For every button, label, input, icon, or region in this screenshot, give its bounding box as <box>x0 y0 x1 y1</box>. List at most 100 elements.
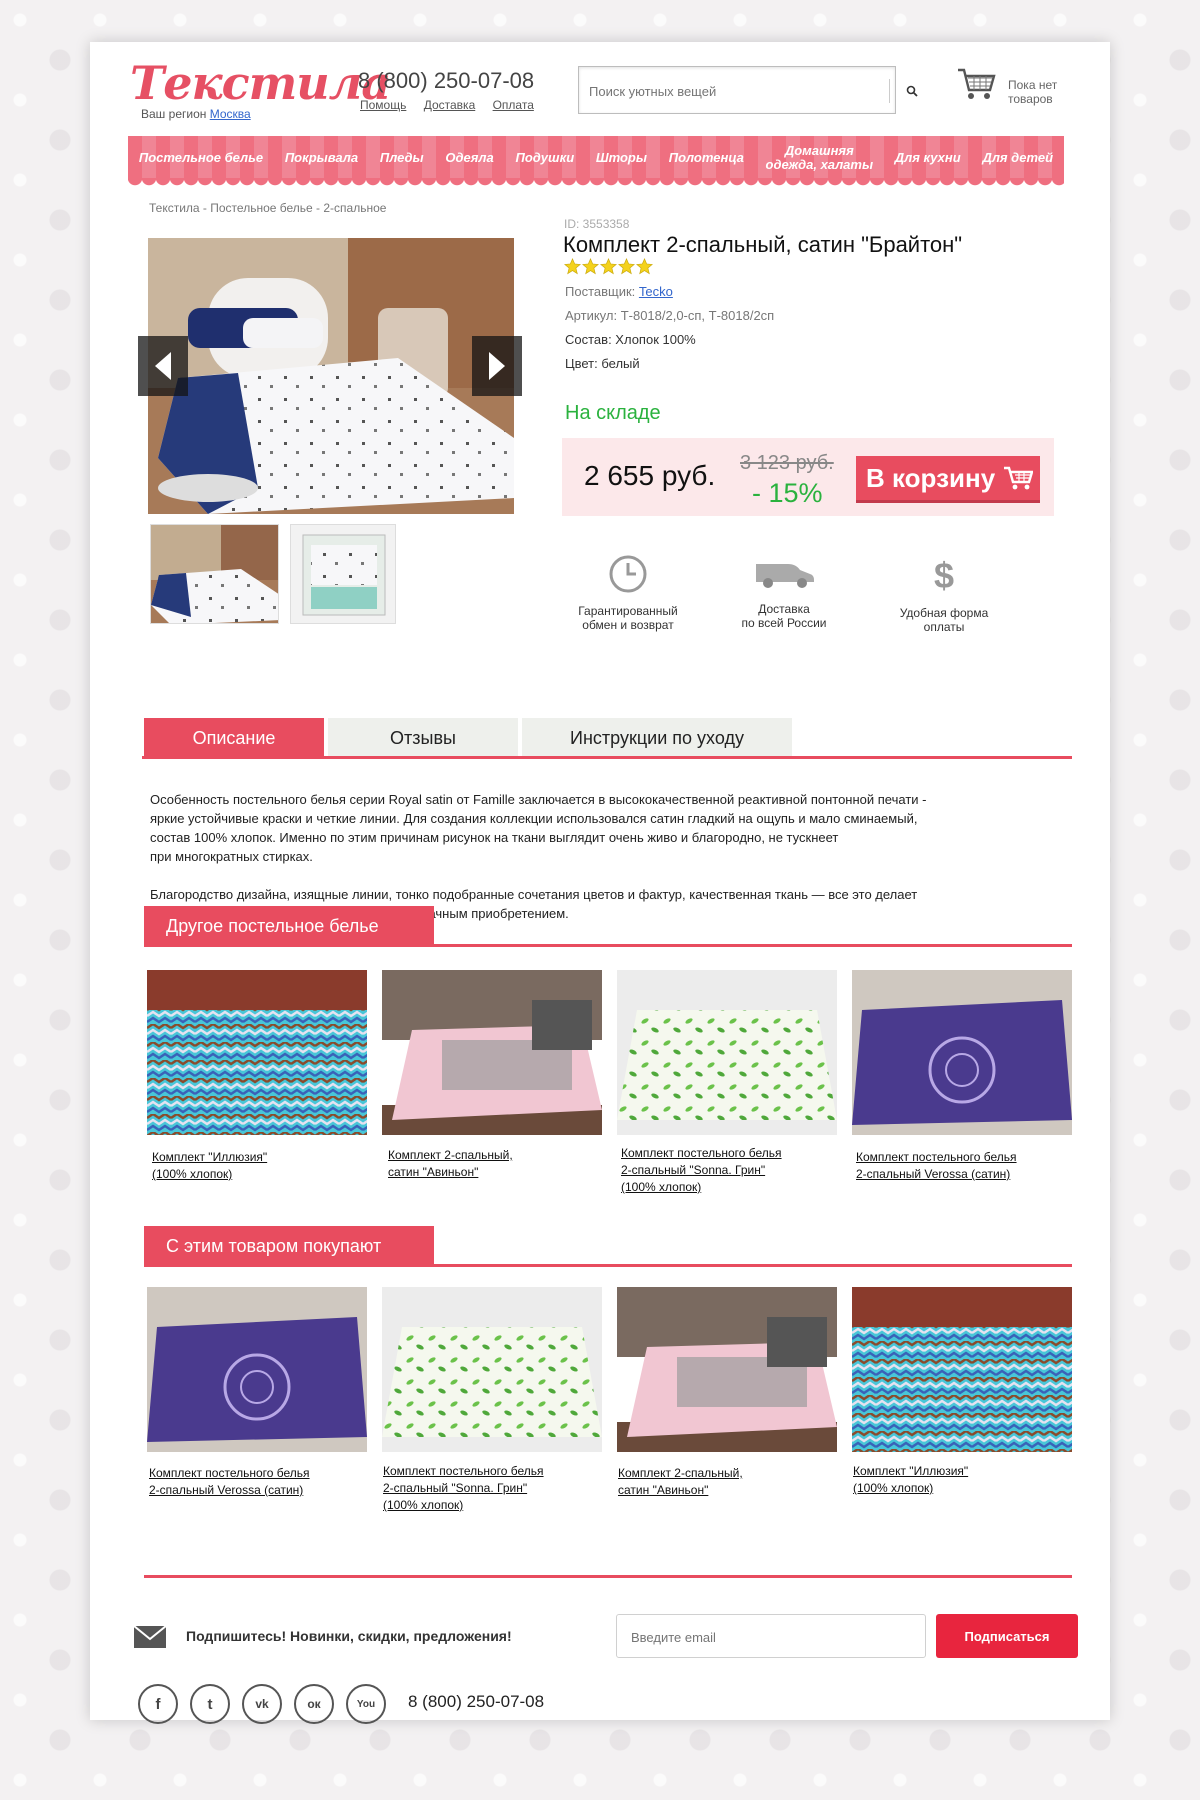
nav-item-bedspreads[interactable]: Покрывала <box>285 151 358 165</box>
supplier-label: Поставщик: <box>565 284 636 299</box>
subscribe-button[interactable]: Подписаться <box>936 1614 1078 1658</box>
tab-description[interactable]: Описание <box>144 718 324 758</box>
product-card-title[interactable]: Комплект "Иллюзия" (100% хлопок) <box>152 1149 352 1183</box>
envelope-icon <box>133 1625 167 1653</box>
tab-reviews[interactable]: Отзывы <box>328 718 518 758</box>
product-card-image[interactable] <box>382 1287 602 1452</box>
star-icon <box>636 258 653 275</box>
product-card-image[interactable] <box>382 970 602 1135</box>
tab-care-instructions[interactable]: Инструкции по уходу <box>522 718 792 758</box>
stock-status: На складе <box>565 402 661 424</box>
cart-icon[interactable] <box>956 66 996 107</box>
add-to-cart-label: В корзину <box>866 462 996 493</box>
product-card-title[interactable]: Комплект постельного белья 2-спальный Ver… <box>856 1149 1056 1183</box>
star-icon <box>600 258 617 275</box>
product-card-title[interactable]: Комплект постельного белья 2-спальный "So… <box>621 1145 821 1196</box>
nav-item-blankets[interactable]: Одеяла <box>445 151 493 165</box>
product-card-title[interactable]: Комплект "Иллюзия" (100% хлопок) <box>853 1463 1053 1497</box>
gallery-next-button[interactable] <box>472 336 522 396</box>
category-nav: Постельное белье Покрывала Пледы Одеяла … <box>128 136 1064 180</box>
cart-status-line1: Пока нет <box>1008 78 1058 92</box>
cart-status[interactable]: Пока нет товаров <box>1008 78 1057 106</box>
star-icon <box>582 258 599 275</box>
product-card-image[interactable] <box>617 1287 837 1452</box>
nav-item-plaids[interactable]: Пледы <box>380 151 424 165</box>
price-box: 2 655 руб. 3 123 руб. - 15% В корзину <box>562 438 1054 516</box>
product-card-title[interactable]: Комплект 2-спальный, сатин "Авиньон" <box>388 1147 588 1181</box>
current-price: 2 655 руб. <box>584 460 716 491</box>
footer-phone: 8 (800) 250-07-08 <box>408 1692 545 1711</box>
supplier-row: Поставщик: Tecko <box>565 284 673 299</box>
product-card-title[interactable]: Комплект постельного белья 2-спальный Ver… <box>149 1465 349 1499</box>
breadcrumb[interactable]: Текстила - Постельное белье - 2-спальное <box>149 201 386 215</box>
footer-divider <box>144 1575 1072 1578</box>
facebook-icon[interactable]: f <box>138 1684 178 1724</box>
arrow-right-icon <box>489 352 505 380</box>
subscribe-text: Подпишитесь! Новинки, скидки, предложени… <box>186 1628 512 1644</box>
help-link[interactable]: Помощь <box>360 98 406 112</box>
search-divider <box>889 79 890 103</box>
product-id: ID: 3553358 <box>564 217 630 231</box>
section-underline <box>144 944 1072 947</box>
section-underline <box>144 1264 1072 1267</box>
twitter-icon[interactable]: t <box>190 1684 230 1724</box>
nav-item-home-wear[interactable]: Домашняя одежда, халаты <box>766 144 874 172</box>
email-field <box>616 1614 926 1658</box>
star-icon <box>618 258 635 275</box>
perk-delivery: Доставка по всей России <box>704 548 864 630</box>
tabs-underline <box>142 756 1072 759</box>
cart-status-line2: товаров <box>1008 92 1053 106</box>
search-icon <box>906 85 918 97</box>
delivery-link[interactable]: Доставка <box>424 98 476 112</box>
nav-item-bedding[interactable]: Постельное белье <box>139 151 263 165</box>
nav-item-pillows[interactable]: Подушки <box>515 151 574 165</box>
composition-row: Состав: Хлопок 100% <box>565 332 696 347</box>
section-title-bought-together: С этим товаром покупают <box>144 1226 434 1266</box>
nav-item-kids[interactable]: Для детей <box>982 151 1053 165</box>
perk-payment: $ Удобная форма оплаты <box>864 552 1024 635</box>
old-price: 3 123 руб. <box>740 452 834 474</box>
region-label: Ваш регион <box>141 107 207 121</box>
nav-item-curtains[interactable]: Шторы <box>596 151 647 165</box>
star-icon <box>564 258 581 275</box>
article-row: Артикул: Т-8018/2,0-сп, Т-8018/2сп <box>565 308 775 323</box>
region-selector: Ваш регион Москва <box>141 107 251 121</box>
product-card-image[interactable] <box>147 1287 367 1452</box>
vk-icon[interactable]: vk <box>242 1684 282 1724</box>
arrow-left-icon <box>155 352 171 380</box>
color-row: Цвет: белый <box>565 356 640 371</box>
product-card-title[interactable]: Комплект 2-спальный, сатин "Авиньон" <box>618 1465 818 1499</box>
product-card-image[interactable] <box>617 970 837 1135</box>
nav-item-towels[interactable]: Полотенца <box>669 151 744 165</box>
youtube-icon[interactable]: You <box>346 1684 386 1724</box>
gallery-prev-button[interactable] <box>138 336 188 396</box>
dollar-icon: $ <box>933 555 955 596</box>
clock-icon <box>609 555 647 593</box>
shopping-cart-icon <box>1004 466 1034 490</box>
gallery-thumbnail-1[interactable] <box>150 524 279 624</box>
search-button[interactable] <box>898 77 926 105</box>
search-box <box>578 66 918 114</box>
add-to-cart-button[interactable]: В корзину <box>856 456 1040 500</box>
product-card-image[interactable] <box>147 970 367 1135</box>
nav-item-kitchen[interactable]: Для кухни <box>895 151 961 165</box>
section-title-other-bedding: Другое постельное белье <box>144 906 434 946</box>
product-card-image[interactable] <box>852 1287 1072 1452</box>
description-paragraph-1: Особенность постельного белья серии Roya… <box>150 792 927 864</box>
product-title: Комплект 2-спальный, сатин "Брайтон" <box>563 232 963 257</box>
supplier-link[interactable]: Tecko <box>639 284 673 299</box>
page-container: Текстила Ваш регион Москва 8 (800) 250-0… <box>90 42 1110 1724</box>
rating-stars <box>564 258 653 275</box>
search-input[interactable] <box>589 79 849 103</box>
perk-guarantee: Гарантированный обмен и возврат <box>548 550 708 632</box>
header-phone: 8 (800) 250-07-08 <box>358 68 535 93</box>
email-input[interactable] <box>631 1625 901 1649</box>
product-main-photo <box>148 238 514 514</box>
gallery-thumbnail-2[interactable] <box>290 524 396 624</box>
site-logo[interactable]: Текстила <box>130 56 391 110</box>
odnoklassniki-icon[interactable]: ок <box>294 1684 334 1724</box>
region-link[interactable]: Москва <box>210 107 251 121</box>
product-card-title[interactable]: Комплект постельного белья 2-спальный "So… <box>383 1463 583 1514</box>
product-card-image[interactable] <box>852 970 1072 1135</box>
payment-link[interactable]: Оплата <box>493 98 534 112</box>
